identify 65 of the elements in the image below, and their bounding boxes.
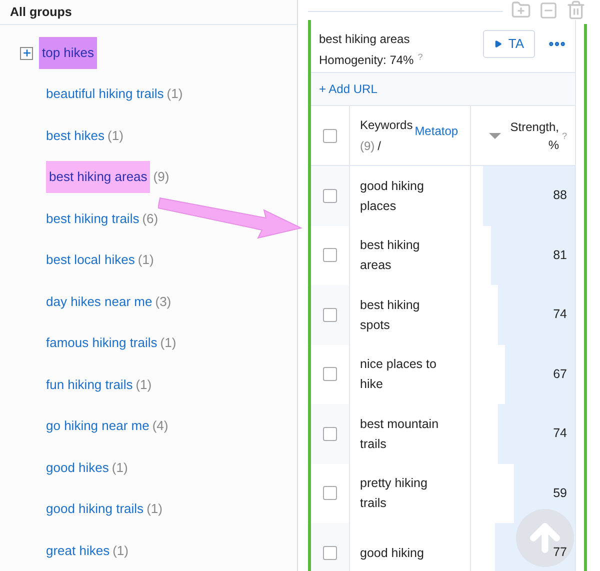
help-icon[interactable]: ?	[562, 130, 567, 143]
group-item[interactable]: famous hiking trails	[46, 333, 158, 352]
group-title: best hiking areas	[319, 31, 411, 48]
add-folder-icon[interactable]	[511, 0, 531, 20]
homogeneity-text: Homogenity: 74%	[319, 52, 414, 69]
strength-value: 74	[553, 306, 567, 324]
column-header[interactable]: Strength, %	[506, 118, 559, 154]
sort-icon[interactable]	[489, 132, 501, 138]
add-url-link[interactable]: + Add URL	[319, 80, 378, 98]
keyword-cell-text: best hiking spots	[360, 296, 421, 334]
group-item[interactable]: great hikes	[46, 540, 110, 560]
item-count: (4)	[152, 417, 168, 435]
item-count: (1)	[166, 85, 183, 103]
item-count: (1)	[160, 334, 176, 352]
item-count: (3)	[155, 292, 172, 311]
row-checkbox[interactable]	[323, 546, 337, 560]
row-checkbox[interactable]	[323, 308, 337, 322]
metatop-link[interactable]: Metatop	[414, 122, 458, 140]
keyword-cell-text: good hiking	[360, 544, 424, 562]
item-count: (1)	[112, 458, 128, 477]
group-item[interactable]: go hiking near me	[46, 416, 150, 436]
row-checkbox[interactable]	[323, 426, 337, 441]
strength-value: 81	[553, 246, 567, 264]
ta-button[interactable]: TA	[483, 30, 535, 58]
group-item[interactable]: best hiking areas	[46, 161, 150, 192]
keyword-cell-text: best mountain trails	[360, 416, 440, 453]
group-item[interactable]: fun hiking trails	[46, 374, 133, 394]
item-count: (1)	[146, 500, 162, 518]
keyword-cell-text: pretty hiking trails	[360, 475, 428, 512]
group-item[interactable]: day hikes near me	[46, 292, 152, 311]
help-icon[interactable]: ?	[418, 51, 423, 64]
group-item[interactable]: top hikes	[39, 37, 98, 69]
item-count: (1)	[136, 376, 152, 394]
row-checkbox[interactable]	[323, 367, 337, 382]
keyword-count: (9)	[360, 138, 375, 155]
keyword-cell-text: best hiking areas	[360, 237, 421, 274]
group-item[interactable]: best hikes	[46, 126, 105, 145]
item-count: (1)	[108, 126, 124, 145]
group-item[interactable]: good hikes	[46, 458, 109, 477]
keyword-cell-text: good hiking places	[360, 178, 425, 215]
row-checkbox[interactable]	[323, 486, 337, 500]
delete-icon[interactable]	[566, 0, 586, 20]
strength-value: 74	[553, 425, 567, 442]
item-count: (6)	[142, 210, 158, 228]
item-count: (1)	[138, 251, 154, 269]
group-item[interactable]: beautiful hiking trails	[46, 84, 164, 104]
collapse-icon[interactable]	[539, 0, 558, 20]
item-count: (9)	[153, 168, 170, 186]
strength-value: 67	[553, 366, 567, 383]
item-count: (1)	[112, 542, 128, 560]
slash-text: /	[378, 138, 382, 155]
strength-value: 77	[553, 544, 567, 562]
row-checkbox[interactable]	[323, 188, 337, 203]
column-header: Keywords	[360, 117, 413, 134]
strength-value: 88	[553, 187, 567, 204]
select-all-checkbox[interactable]	[323, 128, 337, 142]
row-checkbox[interactable]	[323, 248, 337, 262]
play-icon	[494, 40, 502, 48]
keyword-cell-text: nice places to hike	[360, 356, 438, 394]
group-item[interactable]: best local hikes	[46, 250, 135, 270]
expand-icon[interactable]	[20, 46, 33, 60]
strength-value: 59	[553, 484, 567, 502]
panel-title: All groups	[10, 4, 72, 21]
group-item[interactable]: best hiking trails	[46, 208, 140, 228]
group-item[interactable]: good hiking trails	[46, 499, 144, 518]
